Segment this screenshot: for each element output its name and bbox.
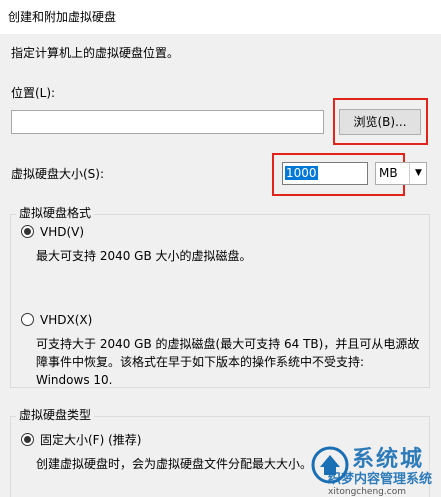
vhdx-label[interactable]: VHDX(X): [40, 312, 92, 328]
unit-value: MB: [379, 166, 398, 180]
size-value: 1000: [285, 166, 318, 180]
watermark: 系统城 织梦内容管理系统 xitongcheng.com: [308, 445, 441, 497]
watermark-url: xitongcheng.com: [328, 487, 406, 497]
vhdx-desc-line-2: 障事件中恢复。该格式在早于如下版本的操作系统中不受支持:: [36, 355, 365, 369]
unit-select[interactable]: MB ▼: [375, 162, 427, 185]
fixed-size-radio[interactable]: [21, 433, 34, 446]
chevron-down-icon: ▼: [409, 163, 427, 184]
browse-button[interactable]: 浏览(B)...: [339, 109, 421, 135]
size-label: 虚拟硬盘大小(S):: [11, 167, 105, 181]
location-input[interactable]: [11, 110, 324, 134]
type-group-title: 虚拟硬盘类型: [16, 407, 95, 423]
location-label: 位置(L):: [11, 86, 56, 100]
vhd-radio[interactable]: [21, 225, 34, 238]
fixed-size-desc: 创建虚拟硬盘时，会为虚拟硬盘文件分配最大大小。: [36, 457, 313, 471]
vhdx-desc-line-1: 可支持大于 2040 GB 的虚拟磁盘(最大可支持 64 TB)，并且可从电源故: [36, 337, 420, 351]
create-vhd-dialog: 创建和附加虚拟硬盘 指定计算机上的虚拟硬盘位置。 位置(L): 浏览(B)...…: [0, 0, 441, 497]
format-group-title: 虚拟硬盘格式: [16, 205, 95, 221]
vhd-desc: 最大可支持 2040 GB 大小的虚拟磁盘。: [36, 249, 252, 263]
size-input[interactable]: 1000: [282, 162, 368, 185]
window-title: 创建和附加虚拟硬盘: [8, 10, 117, 24]
intro-text: 指定计算机上的虚拟硬盘位置。: [11, 46, 180, 60]
watermark-site: 织梦内容管理系统: [328, 472, 433, 487]
vhdx-desc-line-3: Windows 10.: [36, 373, 113, 387]
fixed-size-label[interactable]: 固定大小(F) (推荐): [40, 432, 141, 448]
vhdx-radio[interactable]: [21, 313, 34, 326]
watermark-brand: 系统城: [352, 447, 425, 472]
dialog-body: 指定计算机上的虚拟硬盘位置。 位置(L): 浏览(B)... 虚拟硬盘大小(S)…: [0, 34, 441, 497]
vhd-label[interactable]: VHD(V): [40, 224, 84, 240]
title-bar: 创建和附加虚拟硬盘: [0, 0, 441, 34]
